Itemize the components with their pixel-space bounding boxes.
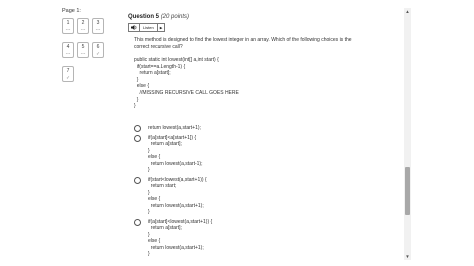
answer-option-line: } (148, 167, 150, 174)
answer-option-text: if(start<lowest(a,start+1)) { return sta… (148, 177, 207, 215)
question-prompt: This method is designed to find the lowe… (134, 37, 352, 50)
nav-question-3[interactable]: 3 --- (92, 18, 104, 34)
nav-question-5[interactable]: 5 --- (77, 42, 89, 58)
answer-option-text: if(a[start]<lowest(a,start+1)) { return … (148, 219, 212, 257)
nav-question-number: 1 (66, 20, 70, 26)
nav-question-number: 4 (66, 44, 70, 50)
scroll-up-icon[interactable]: ▲ (404, 8, 411, 15)
nav-question-number: 6 (96, 44, 100, 50)
nav-question-number: 2 (81, 20, 85, 26)
nav-question-number: 5 (81, 44, 85, 50)
code-line: else { (134, 83, 150, 90)
question-title: Question 5 (20 points) (128, 14, 189, 20)
answer-option-text: return lowest(a,start+1); (148, 125, 201, 131)
question-points: (20 points) (160, 14, 190, 20)
radio-button[interactable] (134, 177, 141, 184)
nav-question-2[interactable]: 2 --- (77, 18, 89, 34)
listen-button[interactable]: Listen ▶ (128, 23, 166, 32)
unanswered-mark: --- (95, 27, 101, 32)
nav-question-number: 3 (96, 20, 100, 26)
speaker-icon (129, 24, 140, 31)
unanswered-mark: --- (80, 51, 86, 56)
code-line: } (134, 76, 139, 83)
unanswered-mark: --- (65, 51, 71, 56)
nav-question-1[interactable]: 1 --- (62, 18, 74, 34)
scrollbar-track[interactable] (404, 8, 411, 260)
radio-button[interactable] (134, 219, 141, 226)
radio-button[interactable] (134, 135, 141, 142)
answer-option-text: if(a[start]<a[start+1]) { return a[start… (148, 135, 202, 173)
question-number: Question 5 (128, 14, 160, 20)
answer-option-line: return lowest(a,start-1); (148, 160, 203, 167)
nav-question-4[interactable]: 4 --- (62, 42, 74, 58)
answer-option-line: return lowest(a,start+1); (148, 125, 201, 131)
code-snippet: public static int lowest(int[] a,int sta… (134, 57, 239, 110)
answer-option-line: return lowest(a,start+1); (148, 202, 204, 209)
listen-label: Listen (143, 25, 154, 30)
code-line: } (134, 103, 136, 110)
code-line: } (134, 96, 139, 103)
unanswered-mark: --- (65, 27, 71, 32)
page-label: Page 1: (62, 8, 81, 14)
check-icon: ✓ (96, 51, 100, 56)
nav-question-6[interactable]: 6 ✓ (92, 42, 104, 58)
code-line: //MISSING RECURSIVE CALL GOES HERE (134, 89, 239, 96)
nav-question-7[interactable]: 7 ✓ (62, 66, 74, 82)
check-icon: ✓ (66, 75, 70, 80)
nav-question-number: 7 (66, 68, 70, 74)
answer-option-line: return lowest(a,start+1); (148, 244, 204, 251)
code-line: public static int lowest(int[] a,int sta… (134, 57, 219, 63)
code-line: if(start==a.Length-1) { (134, 63, 186, 70)
code-line: return a[start]; (134, 70, 171, 77)
scrollbar-thumb[interactable] (405, 167, 410, 215)
radio-button[interactable] (134, 125, 141, 132)
answer-option-line: } (148, 251, 150, 258)
scroll-down-icon[interactable]: ▼ (404, 253, 411, 260)
answer-option-line: } (148, 209, 150, 216)
unanswered-mark: --- (80, 27, 86, 32)
play-icon[interactable]: ▶ (156, 24, 165, 31)
